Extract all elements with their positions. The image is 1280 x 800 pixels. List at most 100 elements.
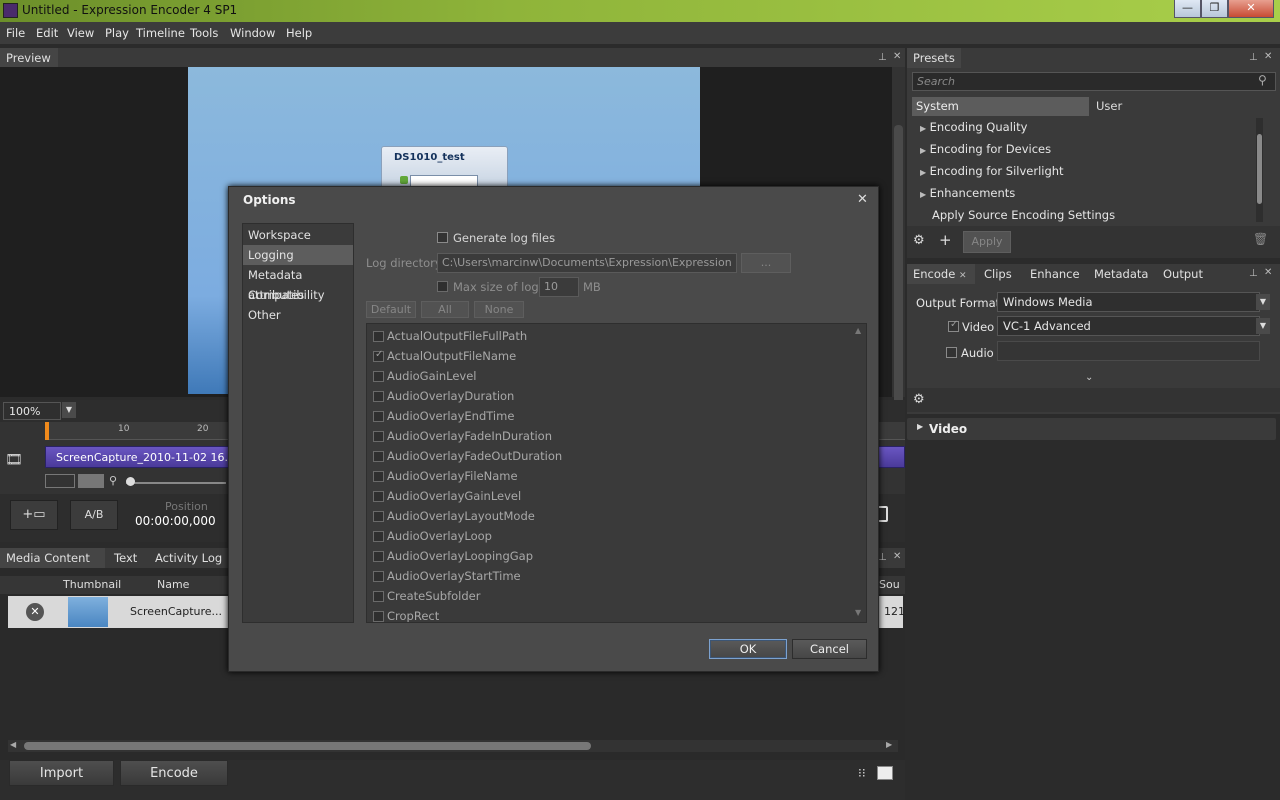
tab-metadata[interactable]: Metadata [1088,264,1154,284]
max-size-field[interactable]: 10 [539,277,579,297]
tab-output[interactable]: Output [1157,264,1209,284]
presets-scroll-thumb[interactable] [1257,134,1262,204]
pin-icon[interactable]: ⊥ [878,552,887,563]
preset-item[interactable]: ▶ Encoding for Silverlight [920,164,1064,178]
nav-compatibility[interactable]: Compatibility [243,285,353,305]
browse-button[interactable]: ... [741,253,791,273]
log-directory-field[interactable]: C:\Users\marcinw\Documents\Expression\Ex… [437,253,737,273]
pin-icon[interactable]: ⊥ [1249,268,1258,279]
presets-scrollbar[interactable] [1256,118,1263,222]
scroll-up-icon[interactable]: ▲ [855,326,861,335]
preview-scrollbar[interactable] [892,67,905,425]
column-thumbnail[interactable]: Thumbnail [63,578,121,591]
track-view-button[interactable] [78,474,104,488]
video-checkbox[interactable] [948,319,959,332]
close-icon[interactable]: ✕ [1264,51,1272,62]
apply-button[interactable]: Apply [963,231,1011,253]
slider-thumb[interactable] [126,477,135,486]
log-field-checkbox[interactable] [373,331,384,342]
chevron-down-icon[interactable]: ▼ [1256,294,1270,310]
audio-checkbox[interactable] [946,347,957,358]
ok-button[interactable]: OK [709,639,787,659]
gear-icon[interactable]: ⚙ [913,233,925,248]
log-field-checkbox[interactable] [373,411,384,422]
video-codec-select[interactable]: VC-1 Advanced [997,316,1260,336]
log-field-checkbox[interactable] [373,511,384,522]
scroll-left-icon[interactable]: ◀ [10,740,16,749]
media-hscrollbar[interactable]: ◀ ▶ [8,740,898,752]
scroll-down-icon[interactable]: ▼ [855,608,861,617]
zoom-select[interactable]: 100% [3,402,61,420]
ab-compare-button[interactable]: A/B [70,500,118,530]
list-view-icon[interactable] [877,766,893,780]
close-window-button[interactable]: ✕ [1228,0,1274,18]
audio-codec-select[interactable] [997,341,1260,361]
cancel-button[interactable]: Cancel [792,639,867,659]
generate-log-checkbox[interactable] [437,232,448,243]
log-field-checkbox[interactable] [373,451,384,462]
max-size-checkbox[interactable] [437,281,448,292]
search-icon[interactable]: ⚲ [1258,73,1267,87]
nav-metadata-attributes[interactable]: Metadata attributes [243,265,353,302]
close-icon[interactable]: ✕ [893,51,901,62]
add-clip-button[interactable]: +▭ [10,500,58,530]
default-button[interactable]: Default [366,301,416,318]
log-field-checkbox[interactable] [373,431,384,442]
log-field-checkbox[interactable] [373,591,384,602]
column-name[interactable]: Name [157,578,189,591]
preset-item[interactable]: ▶ Encoding for Devices [920,142,1051,156]
nav-workspace[interactable]: Workspace [243,225,353,245]
log-list-scrollbar[interactable]: ▲ ▼ [854,324,866,622]
chevron-down-icon[interactable]: ⌄ [1085,372,1093,383]
remove-icon[interactable]: ✕ [26,603,44,621]
playhead[interactable] [45,422,49,440]
menu-view[interactable]: View [67,26,94,40]
menu-help[interactable]: Help [286,26,312,40]
close-icon[interactable]: ✕ [1264,267,1272,278]
log-field-checkbox[interactable] [373,349,384,362]
nav-other[interactable]: Other [243,305,353,325]
menu-file[interactable]: File [6,26,25,40]
menu-timeline[interactable]: Timeline [136,26,185,40]
log-field-checkbox[interactable] [373,571,384,582]
tab-clips[interactable]: Clips [978,264,1018,284]
restore-button[interactable]: ❐ [1201,0,1228,18]
tab-presets[interactable]: Presets [907,48,961,68]
tab-user[interactable]: User [1091,97,1251,116]
encode-button[interactable]: Encode [120,760,228,786]
menu-play[interactable]: Play [105,26,129,40]
import-button[interactable]: Import [9,760,114,786]
tab-activity-log[interactable]: Activity Log [149,548,228,568]
close-icon[interactable]: ✕ [893,551,901,562]
tab-enhance[interactable]: Enhance [1024,264,1086,284]
pin-icon[interactable]: ⊥ [878,52,887,63]
log-field-checkbox[interactable] [373,391,384,402]
preset-item[interactable]: ▶ Encoding Quality [920,120,1027,134]
all-button[interactable]: All [421,301,469,318]
menu-edit[interactable]: Edit [36,26,58,40]
pin-icon[interactable]: ⊥ [1249,52,1258,63]
preview-scroll-thumb[interactable] [894,125,903,425]
close-icon[interactable]: ✕ [857,192,868,207]
close-icon[interactable]: ✕ [959,271,967,281]
tab-preview[interactable]: Preview [0,48,58,68]
log-field-checkbox[interactable] [373,551,384,562]
presets-search-input[interactable]: Search ⚲ [912,72,1276,91]
filmstrip-icon[interactable]: 🎞 [5,452,23,468]
scroll-right-icon[interactable]: ▶ [886,740,892,749]
gear-icon[interactable]: ⚙ [913,392,925,407]
log-field-checkbox[interactable] [373,531,384,542]
tab-encode[interactable]: Encode ✕ [907,264,975,284]
chevron-down-icon[interactable]: ▼ [1256,318,1270,334]
output-format-select[interactable]: Windows Media [997,292,1260,312]
preset-item[interactable]: Apply Source Encoding Settings [932,208,1115,222]
log-field-checkbox[interactable] [373,611,384,622]
tab-system[interactable]: System [912,97,1089,116]
column-source[interactable]: Sou [879,578,900,591]
minimize-button[interactable]: — [1174,0,1201,18]
video-section-header[interactable]: ▶ Video [907,418,1276,440]
trash-icon[interactable]: 🗑 [1253,232,1268,246]
log-field-checkbox[interactable] [373,471,384,482]
log-field-checkbox[interactable] [373,491,384,502]
tab-media-content[interactable]: Media Content ✕ [0,548,105,585]
